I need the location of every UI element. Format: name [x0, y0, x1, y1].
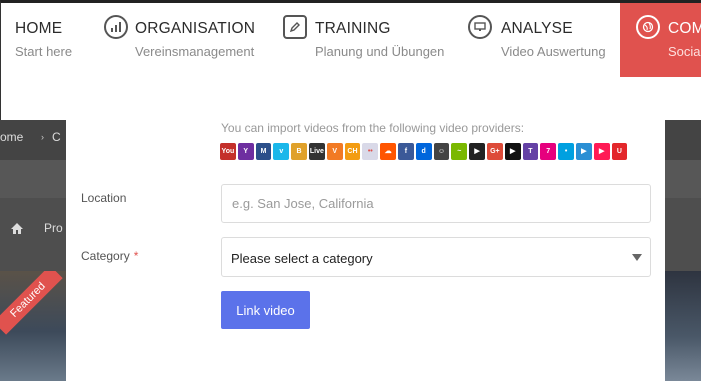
video-provider-icons: You Y Mv B Live V CH •• ☁ f d ☺ ~ ▶ G+ ▶ T 7 • ▶ ▶ U	[220, 143, 628, 160]
featured-ribbon: Featured	[0, 271, 63, 335]
breadcrumb-separator: ›	[41, 132, 44, 142]
monitor-icon	[468, 15, 492, 39]
provider-break-icon: B	[291, 143, 307, 160]
nav-item-home[interactable]: HOME Start here	[1, 3, 101, 77]
top-navigation: HOME Start here ORGANISATION Vereinsmana…	[0, 0, 701, 120]
nav-item-organisation[interactable]: ORGANISATION Vereinsmanagement	[101, 3, 279, 77]
provider-google--icon: G+	[486, 143, 503, 160]
category-label: Category *	[81, 249, 138, 263]
provider-veoh-icon: ▶	[504, 143, 521, 160]
provider-twitch-icon: T	[522, 143, 539, 160]
location-input[interactable]	[221, 184, 651, 223]
provider-flickr-icon: ••	[362, 143, 379, 160]
nav-item-training[interactable]: TRAINING Planung und Übungen	[282, 3, 467, 77]
nav-subtitle: Social	[668, 44, 701, 59]
location-label: Location	[81, 191, 127, 205]
nav-subtitle: Video Auswertung	[501, 44, 606, 59]
section-label: Pro	[44, 221, 63, 235]
edit-icon	[283, 15, 307, 39]
nav-title: TRAINING	[315, 20, 391, 37]
provider-dailymotion-icon: d	[415, 143, 432, 160]
breadcrumb-next[interactable]: C	[52, 130, 61, 144]
provider-soundcloud-icon: ☁	[380, 143, 396, 160]
nav-subtitle: Start here	[15, 44, 73, 59]
provider-collegehumor-icon: CH	[344, 143, 361, 160]
globe-icon	[636, 15, 660, 39]
provider-metacafe-icon: M	[255, 143, 272, 160]
nav-item-community[interactable]: COM Social	[620, 3, 701, 77]
provider-vimeo-icon: v	[273, 143, 290, 160]
nav-item-analyse[interactable]: ANALYSE Video Auswertung	[467, 3, 619, 77]
provider-sevenload-icon: ▶	[575, 143, 592, 160]
provider-funnyordie-icon: ☺	[433, 143, 450, 160]
thumbnail-image[interactable]	[665, 271, 701, 381]
provider-vevo-icon: ▶	[469, 143, 485, 160]
providers-note: You can import videos from the following…	[221, 121, 525, 135]
link-video-button[interactable]: Link video	[221, 291, 310, 329]
provider-vine-icon: V	[326, 143, 343, 160]
category-select[interactable]: Please select a category	[221, 237, 651, 277]
home-icon[interactable]	[10, 222, 24, 235]
provider-seven-icon: 7	[540, 143, 557, 160]
nav-title: ORGANISATION	[135, 20, 256, 37]
link-video-form: You can import videos from the following…	[66, 120, 665, 381]
bar-chart-icon	[104, 15, 128, 39]
featured-thumbnail[interactable]: Featured	[0, 271, 66, 381]
provider-facebook-icon: f	[397, 143, 414, 160]
provider-myvideo-icon: ▶	[593, 143, 610, 160]
category-label-text: Category	[81, 249, 130, 263]
nav-title: HOME	[15, 20, 63, 37]
provider-ustream-icon: U	[611, 143, 628, 160]
provider-clipfish-icon: •	[558, 143, 574, 160]
provider-youtube-icon: You	[220, 143, 236, 160]
category-select-value: Please select a category	[231, 251, 373, 266]
provider-liveleak-icon: Live	[308, 143, 325, 160]
breadcrumb-home[interactable]: ome	[0, 130, 23, 144]
chevron-down-icon	[632, 254, 642, 261]
required-mark: *	[133, 249, 139, 263]
nav-title: ANALYSE	[501, 20, 573, 37]
provider-yahoo-icon: Y	[237, 143, 254, 160]
nav-subtitle: Planung und Übungen	[315, 44, 445, 59]
nav-subtitle: Vereinsmanagement	[135, 44, 255, 59]
nav-title: COM	[668, 20, 701, 37]
provider-myvideo-icon: ~	[451, 143, 468, 160]
